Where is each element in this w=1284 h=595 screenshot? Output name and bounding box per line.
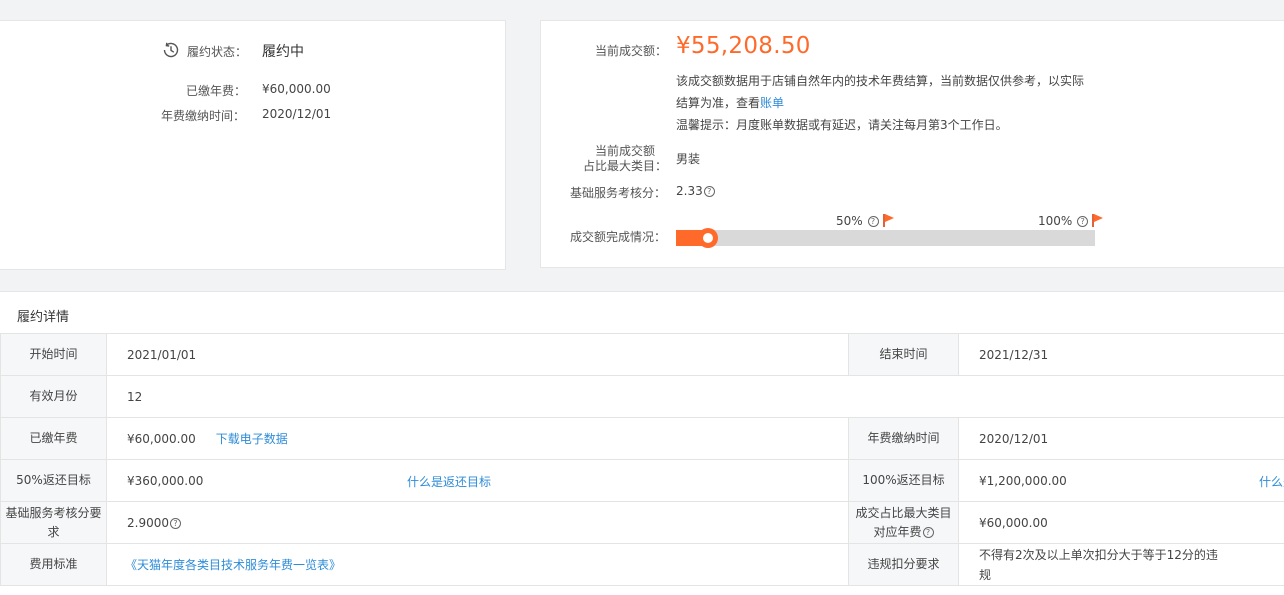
end-time-label: 结束时间 (848, 333, 959, 376)
refund-100-label: 100%返还目标 (848, 459, 959, 502)
fee-standard-link[interactable]: 《天猫年度各类目技术服务年费一览表》 (125, 558, 341, 572)
milestone-50-label: 50% (836, 214, 863, 228)
help-icon[interactable]: ? (703, 186, 715, 197)
refund-50-value: ¥360,000.00 (127, 473, 204, 488)
violation-req-label: 违规扣分要求 (848, 543, 959, 586)
valid-months-label: 有效月份 (0, 375, 107, 418)
table-row: 开始时间 2021/01/01 结束时间 2021/12/31 (0, 333, 1284, 376)
bill-link[interactable]: 账单 (760, 96, 784, 110)
contract-detail-section: 履约详情 开始时间 2021/01/01 结束时间 2021/12/31 有效月… (0, 291, 1284, 595)
refund-100-cell: ¥1,200,000.00 什么是 (958, 459, 1284, 502)
contract-summary-card: 履约状态： 履约中 已缴年费： ¥60,000.00 年费缴纳时间： 2020/… (0, 20, 506, 270)
refund-100-value: ¥1,200,000.00 (979, 473, 1067, 488)
service-score-req-value: 2.9000 (127, 515, 169, 530)
amount-description: 该成交额数据用于店铺自然年内的技术年费结算，当前数据仅供参考，以实际 (676, 74, 1085, 88)
top-category-value: 男装 (676, 152, 701, 166)
help-icon[interactable]: ? (170, 517, 181, 529)
top-category-fee-label-line1: 成交占比最大类目 (855, 505, 952, 520)
pay-time-value: 2020/12/01 (262, 107, 332, 121)
service-score-label: 基础服务考核分： (570, 186, 667, 200)
help-icon[interactable]: ? (867, 216, 879, 227)
help-icon[interactable]: ? (922, 526, 934, 538)
top-category-fee-label-text: 对应年费 (873, 524, 922, 539)
table-row: 50%返还目标 ¥360,000.00 什么是返还目标 100%返还目标 ¥1,2… (0, 459, 1284, 502)
milestone-50-wrap: 50% ? (836, 214, 879, 228)
description-prefix: 结算为准，查看 (676, 96, 761, 110)
service-score-value: 2.33 (676, 184, 703, 198)
end-time-value: 2021/12/31 (958, 333, 1284, 376)
milestone-50-flag-icon (883, 214, 894, 227)
detail-title: 履约详情 (17, 310, 70, 325)
service-score-req-label: 基础服务考核分要求 (0, 501, 107, 544)
status-label: 履约状态： (187, 45, 248, 59)
service-score-value-wrap: 2.33? (676, 184, 715, 198)
completion-progress-bar (676, 228, 1095, 248)
paid-fee-row-value: ¥60,000.00 (127, 432, 196, 446)
progress-knob (698, 228, 718, 248)
top-category-fee-value: ¥60,000.00 (958, 501, 1284, 544)
paid-fee-value: ¥60,000.00 (262, 82, 331, 96)
table-row: 已缴年费 ¥60,000.00 下载电子数据 年费缴纳时间 2020/12/01 (0, 417, 1284, 460)
sales-progress-card: 当前成交额： ¥55,208.50 该成交额数据用于店铺自然年内的技术年费结算，… (540, 20, 1284, 268)
fee-standard-label: 费用标准 (0, 543, 107, 586)
top-category-label-line2: 占比最大类目： (583, 159, 668, 173)
pay-time-label: 年费缴纳时间： (161, 109, 246, 123)
table-row: 基础服务考核分要求 2.9000? 成交占比最大类目对应年费? ¥60,000.… (0, 501, 1284, 544)
completion-label: 成交额完成情况： (570, 230, 667, 244)
start-time-label: 开始时间 (0, 333, 107, 376)
milestone-100-flag-icon (1092, 214, 1103, 227)
history-clock-icon (163, 42, 179, 58)
what-is-refund-target-link-2[interactable]: 什么是 (1259, 473, 1284, 490)
fee-pay-time-label: 年费缴纳时间 (848, 417, 959, 460)
fee-pay-time-value: 2020/12/01 (958, 417, 1284, 460)
milestone-100-label: 100% (1038, 214, 1073, 228)
what-is-refund-target-link[interactable]: 什么是返还目标 (407, 473, 491, 490)
refund-50-label: 50%返还目标 (0, 459, 107, 502)
delay-tip: 温馨提示：月度账单数据或有延迟，请关注每月第3个工作日。 (676, 118, 1008, 132)
download-e-data-link[interactable]: 下载电子数据 (216, 432, 288, 446)
paid-fee-row-cell: ¥60,000.00 下载电子数据 (106, 417, 849, 460)
violation-req-cell: 不得有2次及以上单次扣分大于等于12分的违规 (958, 543, 1284, 586)
contract-detail-table: 开始时间 2021/01/01 结束时间 2021/12/31 有效月份 12 … (0, 333, 1284, 586)
start-time-value: 2021/01/01 (106, 333, 849, 376)
status-value: 履约中 (262, 44, 304, 60)
paid-fee-label: 已缴年费： (186, 84, 247, 98)
top-category-fee-label: 成交占比最大类目对应年费? (848, 501, 959, 544)
paid-fee-row-label: 已缴年费 (0, 417, 107, 460)
violation-req-line2: 规 (979, 567, 992, 582)
service-score-req-cell: 2.9000? (106, 501, 849, 544)
fee-standard-cell: 《天猫年度各类目技术服务年费一览表》 (106, 543, 849, 586)
current-amount-label: 当前成交额： (595, 44, 668, 58)
valid-months-value: 12 (106, 375, 1284, 418)
milestone-100-wrap: 100% ? (1038, 214, 1089, 228)
violation-req-line1: 不得有2次及以上单次扣分大于等于12分的违 (979, 547, 1218, 562)
refund-50-cell: ¥360,000.00 什么是返还目标 (106, 459, 849, 502)
table-row: 费用标准 《天猫年度各类目技术服务年费一览表》 违规扣分要求 不得有2次及以上单… (0, 543, 1284, 586)
help-icon[interactable]: ? (1077, 216, 1089, 227)
top-category-fee-label-line2: 对应年费? (851, 523, 956, 542)
amount-description-line2: 结算为准，查看账单 (676, 94, 784, 111)
table-row: 有效月份 12 (0, 375, 1284, 418)
current-amount-value: ¥55,208.50 (676, 33, 811, 59)
